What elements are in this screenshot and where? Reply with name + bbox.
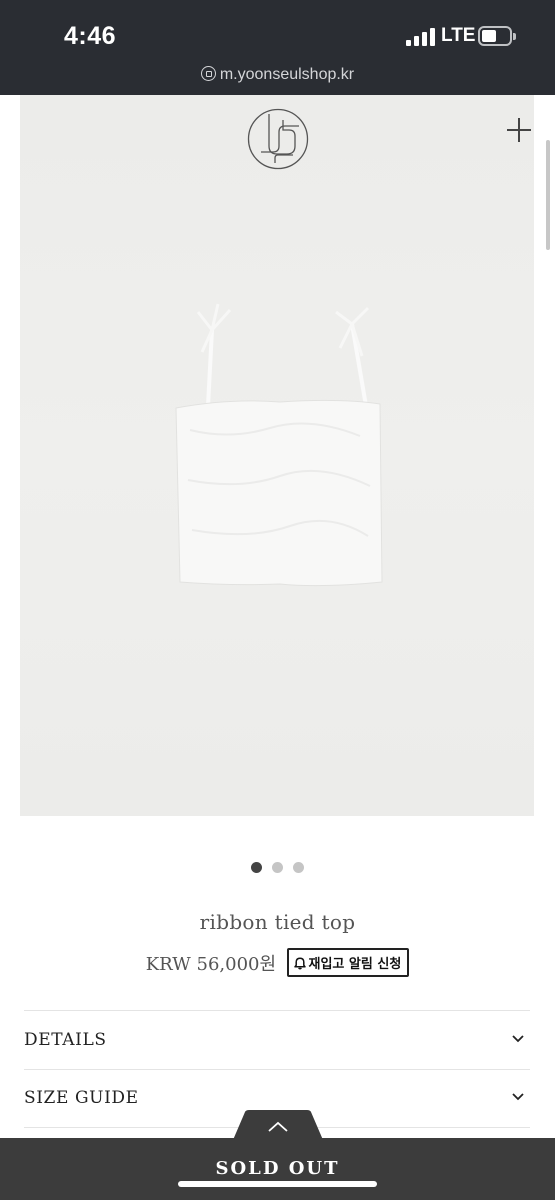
- accordion-details[interactable]: DETAILS: [24, 1011, 530, 1069]
- scrollbar[interactable]: [546, 140, 550, 250]
- product-name: ribbon tied top: [199, 910, 356, 934]
- lock-icon: [200, 66, 216, 81]
- address-bar[interactable]: m.yoonseulshop.kr: [0, 66, 555, 84]
- expand-tab[interactable]: [233, 1110, 323, 1140]
- chevron-down-icon: [512, 1035, 524, 1043]
- gallery-pagination: [0, 862, 555, 873]
- plus-icon[interactable]: [506, 117, 532, 143]
- url-text: m.yoonseulshop.kr: [219, 66, 355, 83]
- pagination-dot-2[interactable]: [272, 862, 283, 873]
- chevron-down-icon: [512, 1093, 524, 1101]
- product-price: KRW 56,000원: [145, 953, 277, 975]
- home-indicator[interactable]: [178, 1181, 377, 1187]
- ribbon-top-garment: [175, 303, 383, 587]
- purchase-bar: SOLD OUT: [0, 1110, 555, 1200]
- accordion-size-guide-label: SIZE GUIDE: [24, 1088, 139, 1108]
- product-image[interactable]: [20, 95, 534, 816]
- battery-icon: [478, 26, 516, 46]
- sold-out-button[interactable]: SOLD OUT: [0, 1138, 555, 1200]
- pagination-dot-3[interactable]: [293, 862, 304, 873]
- sold-out-label: SOLD OUT: [215, 1158, 340, 1179]
- restock-notify-label: 재입고 알림 신청: [308, 957, 402, 972]
- price-row: KRW 56,000원 재입고 알림 신청: [0, 948, 555, 977]
- restock-notify-button[interactable]: 재입고 알림 신청: [286, 948, 410, 977]
- accordion-details-label: DETAILS: [24, 1030, 107, 1050]
- signal-icon: [406, 28, 436, 46]
- bell-icon: [293, 957, 306, 970]
- pagination-dot-1[interactable]: [251, 862, 262, 873]
- network-label: LTE: [441, 25, 476, 46]
- status-bar: 4:46 LTE m.yoonseulshop.kr: [0, 0, 555, 95]
- yoonseul-monogram-logo[interactable]: [247, 108, 309, 170]
- clock: 4:46: [64, 22, 117, 50]
